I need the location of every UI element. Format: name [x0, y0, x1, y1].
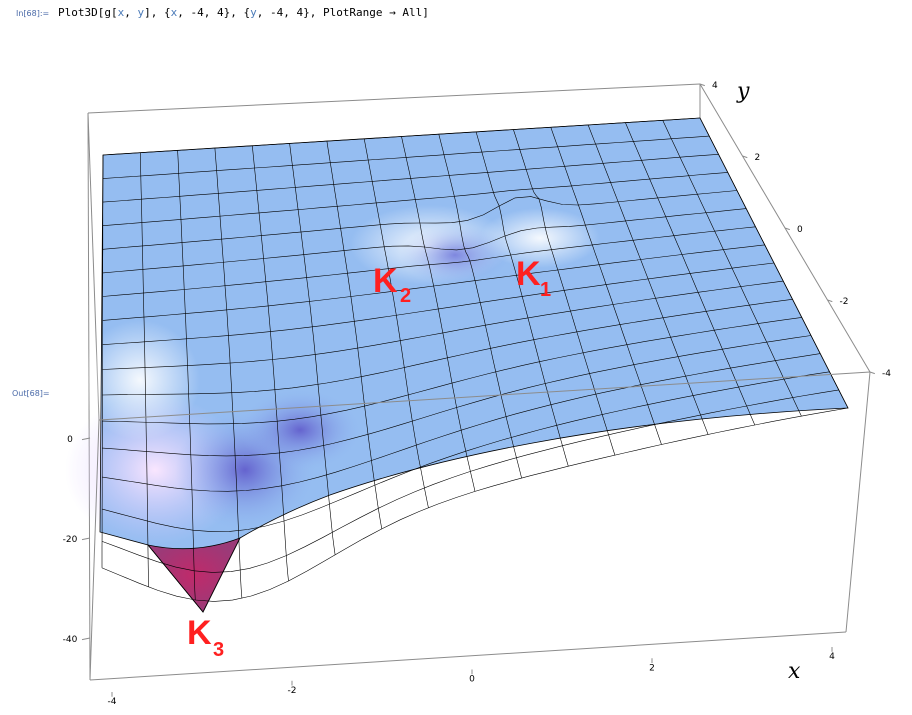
shade-valley2 — [240, 390, 360, 470]
y-axis-label: y — [736, 79, 750, 104]
x-axis-tick-label: 4 — [829, 652, 835, 662]
annotation-k1-sub: 1 — [540, 279, 551, 301]
x-axis-tick-label: 0 — [469, 675, 475, 685]
annotation-k2-sub: 2 — [400, 285, 411, 307]
z-axis-tick-label: 0 — [67, 435, 73, 445]
surface-base — [100, 118, 848, 612]
shade-k2-dark — [400, 225, 510, 285]
x-axis-tick-label: -4 — [108, 697, 117, 707]
annotation-k3: K 3 — [187, 614, 224, 661]
x-axis-tick-label: 2 — [649, 663, 655, 673]
y-axis-tick-label: -4 — [882, 369, 891, 379]
y-axis-tick-label: -2 — [840, 297, 849, 307]
y-axis-tick-mark — [869, 371, 875, 375]
x-axis-tick-label: -2 — [288, 686, 297, 696]
plot3d-graphic[interactable]: -4-2024 -4-2024 0-20-40 x y K 1 K 2 K 3 — [0, 0, 912, 715]
annotation-k1-main: K — [516, 255, 541, 293]
x-axis-label: x — [788, 659, 801, 684]
z-axis-tick-mark — [81, 637, 91, 641]
y-axis-tick-label: 2 — [755, 153, 761, 163]
z-axis-tick-mark — [81, 537, 91, 541]
y-axis-tick-label: 4 — [712, 81, 718, 91]
z-axis-tick-label: -40 — [63, 635, 78, 645]
surface — [65, 117, 849, 613]
y-axis-tick-label: 0 — [797, 225, 803, 235]
annotation-k2-main: K — [373, 262, 398, 300]
annotation-k3-sub: 3 — [213, 639, 224, 661]
annotation-k3-main: K — [187, 614, 212, 652]
z-axis-tick-label: -20 — [63, 535, 78, 545]
